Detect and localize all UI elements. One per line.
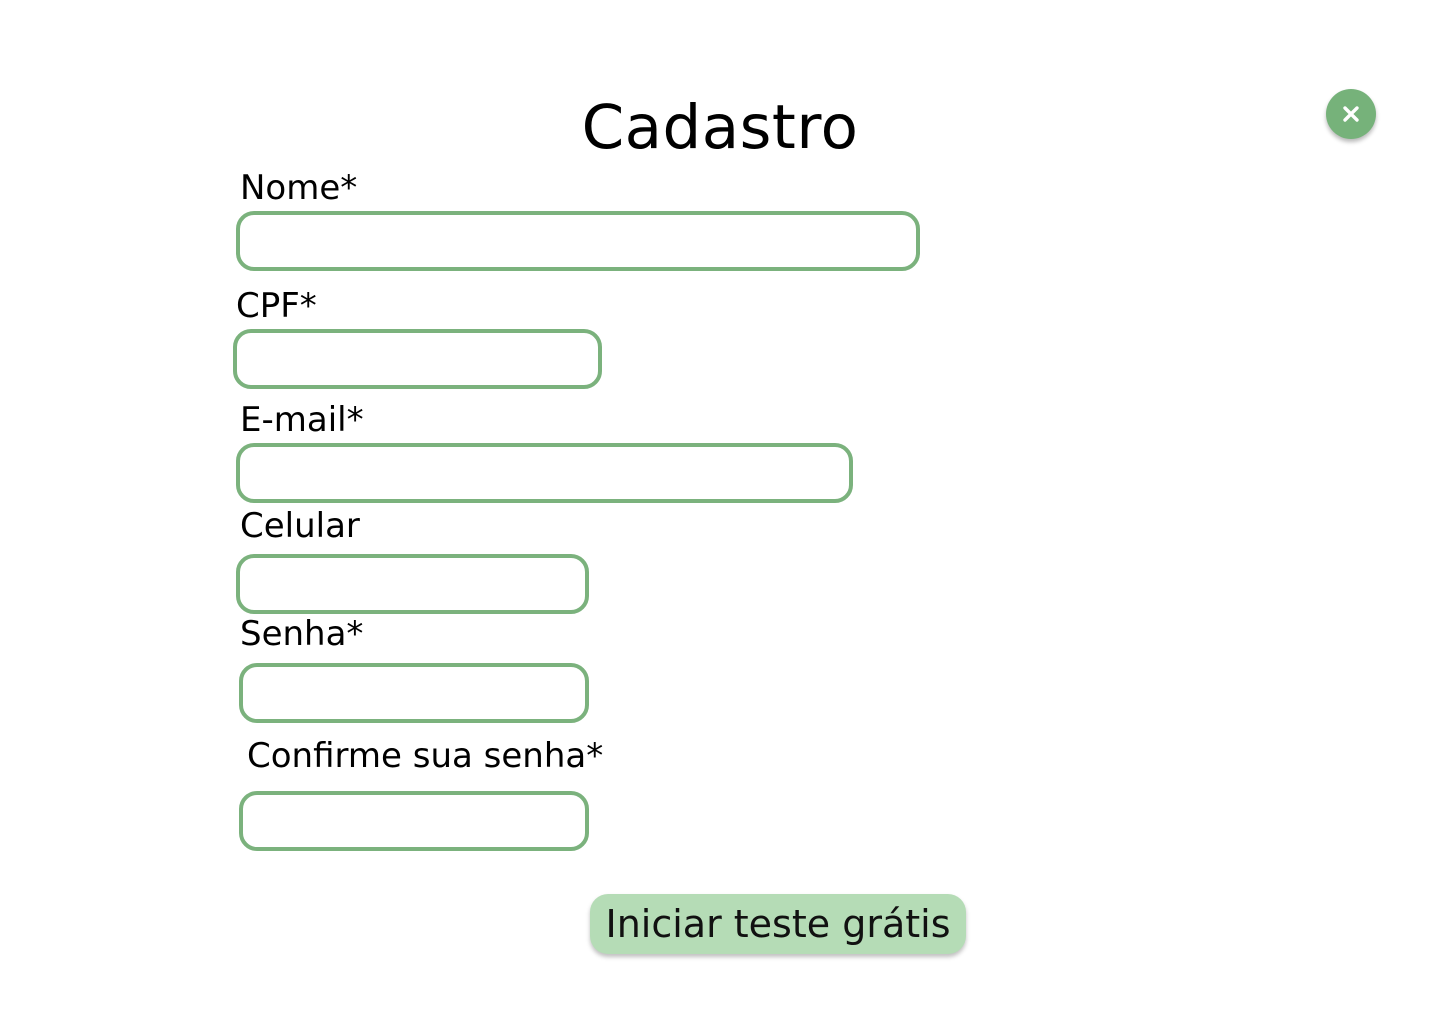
email-label: E-mail* xyxy=(240,400,364,440)
celular-label: Celular xyxy=(240,506,360,546)
signup-modal: Cadastro Nome* CPF* E-mail* Celular Senh… xyxy=(0,0,1440,1024)
start-free-trial-button[interactable]: Iniciar teste grátis xyxy=(590,894,966,954)
close-icon xyxy=(1343,106,1359,122)
celular-field[interactable] xyxy=(236,554,589,614)
confirme-senha-field[interactable] xyxy=(239,791,589,851)
page-title: Cadastro xyxy=(581,92,859,163)
senha-label: Senha* xyxy=(240,614,364,654)
nome-field[interactable] xyxy=(236,211,920,271)
email-field[interactable] xyxy=(236,443,853,503)
senha-field[interactable] xyxy=(239,663,589,723)
cpf-field[interactable] xyxy=(233,329,602,389)
cpf-label: CPF* xyxy=(236,286,317,326)
confirme-senha-label: Confirme sua senha* xyxy=(247,736,604,776)
close-button[interactable] xyxy=(1326,89,1376,139)
nome-label: Nome* xyxy=(240,168,358,208)
